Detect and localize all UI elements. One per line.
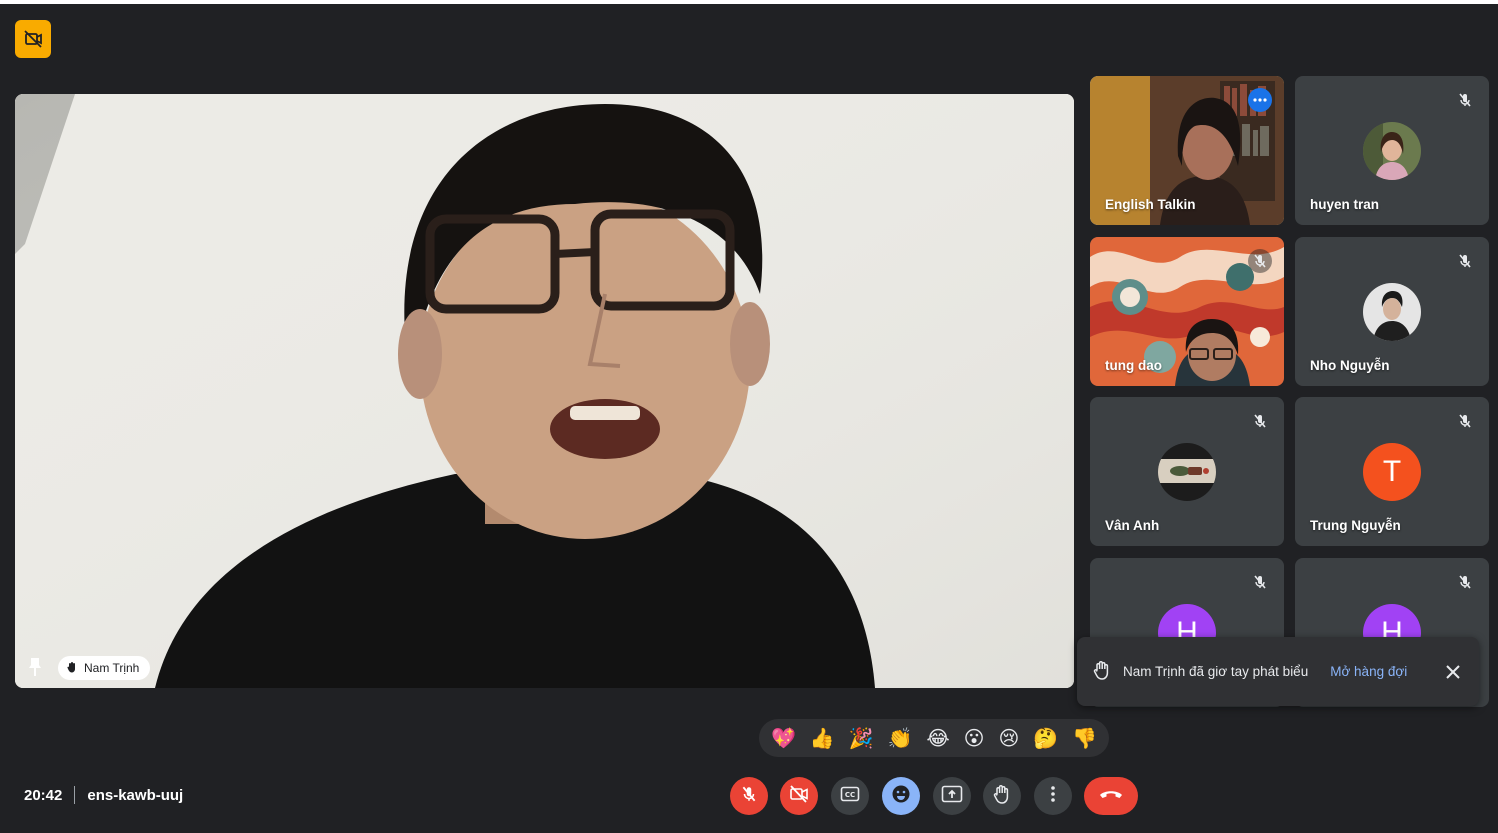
- camera-toggle-button[interactable]: [780, 777, 818, 815]
- end-call-icon: [1098, 787, 1124, 805]
- avatar-initial: T: [1363, 443, 1421, 501]
- meeting-info: 20:42 ens-kawb-uuj: [24, 786, 183, 804]
- raise-hand-icon: [993, 784, 1011, 809]
- reaction-sad[interactable]: 😢: [998, 728, 1019, 748]
- more-options-icon[interactable]: [1248, 88, 1272, 112]
- reaction-party[interactable]: 🎉: [849, 728, 874, 748]
- main-speaker-video[interactable]: [15, 94, 1074, 688]
- speaker-name-chip: Nam Trịnh: [58, 656, 151, 680]
- close-icon[interactable]: [1441, 660, 1465, 684]
- participant-name: huyen tran: [1310, 197, 1380, 212]
- mic-off-icon: [1453, 88, 1477, 112]
- emoji-icon: [891, 784, 911, 809]
- participant-name: Nho Nguyễn: [1310, 358, 1390, 373]
- participant-name: English Talkin: [1105, 197, 1196, 212]
- avatar: [1363, 283, 1421, 341]
- raised-hand-icon: [66, 661, 78, 676]
- participant-name: tung dao: [1105, 358, 1162, 373]
- participant-tile[interactable]: tung dao: [1090, 237, 1284, 386]
- reactions-bar: 💖 👍 🎉 👏 😂 😮 😢 🤔 👎: [759, 719, 1109, 757]
- participant-name: Trung Nguyễn: [1310, 518, 1401, 533]
- reaction-sparkling-heart[interactable]: 💖: [771, 728, 796, 748]
- participant-name: Vân Anh: [1105, 518, 1160, 533]
- leave-call-button[interactable]: [1084, 777, 1138, 815]
- reaction-clap[interactable]: 👏: [888, 728, 913, 748]
- participant-tile[interactable]: Vân Anh: [1090, 397, 1284, 546]
- present-button[interactable]: [933, 777, 971, 815]
- present-icon: [941, 785, 963, 808]
- mic-off-icon: [740, 785, 758, 808]
- recording-indicator-icon[interactable]: [15, 20, 51, 58]
- avatar: [1158, 443, 1216, 501]
- mic-off-icon: [1248, 409, 1272, 433]
- captions-button[interactable]: CC: [831, 777, 869, 815]
- mic-off-icon: [1248, 249, 1272, 273]
- reaction-laugh[interactable]: 😂: [926, 728, 949, 748]
- notification-text: Nam Trịnh đã giơ tay phát biểu: [1123, 664, 1309, 679]
- more-vert-icon: [1051, 785, 1055, 807]
- camera-off-icon: [789, 784, 809, 808]
- raise-hand-icon: [1093, 660, 1111, 683]
- raised-hand-notification: Nam Trịnh đã giơ tay phát biểu Mở hàng đ…: [1077, 637, 1479, 706]
- more-options-button[interactable]: [1034, 777, 1072, 815]
- participant-tile[interactable]: Nho Nguyễn: [1295, 237, 1489, 386]
- reaction-thinking[interactable]: 🤔: [1033, 728, 1058, 748]
- mic-off-icon: [1453, 249, 1477, 273]
- mic-off-icon: [1453, 409, 1477, 433]
- participant-tile[interactable]: huyen tran: [1295, 76, 1489, 225]
- pin-icon[interactable]: [24, 656, 46, 678]
- raise-hand-button[interactable]: [983, 777, 1021, 815]
- avatar: [1363, 122, 1421, 180]
- divider: [74, 786, 76, 804]
- participant-tile[interactable]: English Talkin: [1090, 76, 1284, 225]
- reaction-surprised[interactable]: 😮: [964, 728, 985, 748]
- mic-off-icon: [1248, 570, 1272, 594]
- open-queue-link[interactable]: Mở hàng đợi: [1330, 664, 1407, 679]
- mic-toggle-button[interactable]: [730, 777, 768, 815]
- top-border: [0, 0, 1498, 4]
- participant-tile[interactable]: T Trung Nguyễn: [1295, 397, 1489, 546]
- captions-icon: CC: [840, 786, 860, 807]
- meeting-code[interactable]: ens-kawb-uuj: [87, 787, 183, 804]
- meeting-time: 20:42: [24, 786, 63, 804]
- reaction-thumbs-up[interactable]: 👍: [810, 728, 835, 748]
- reactions-button[interactable]: [882, 777, 920, 815]
- speaker-name: Nam Trịnh: [84, 661, 140, 675]
- svg-text:CC: CC: [845, 791, 855, 799]
- mic-off-icon: [1453, 570, 1477, 594]
- reaction-thumbs-down[interactable]: 👎: [1072, 728, 1097, 748]
